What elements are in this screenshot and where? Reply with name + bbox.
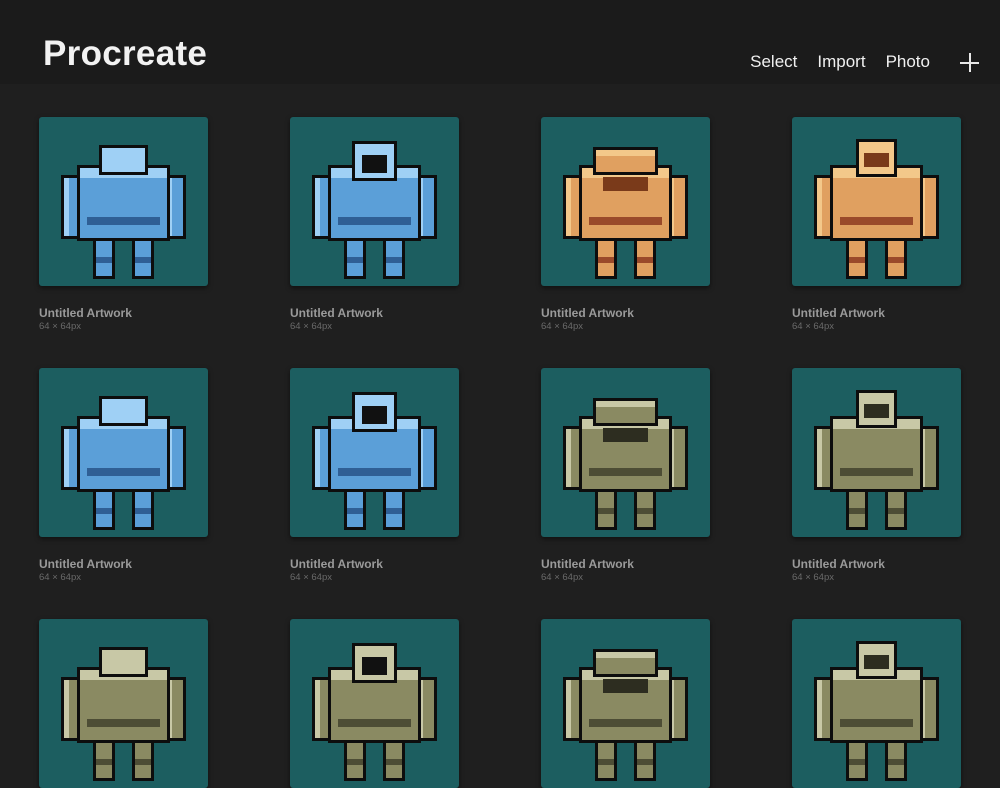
artwork-dimensions: 64 × 64px [792, 572, 834, 583]
artwork-card[interactable]: Untitled Artwork 64 × 64px [792, 117, 961, 332]
artwork-card[interactable] [792, 619, 961, 788]
robot-sprite-icon [563, 147, 688, 279]
app-title: Procreate [43, 34, 208, 73]
artwork-dimensions: 64 × 64px [290, 572, 332, 583]
artwork-dimensions: 64 × 64px [290, 321, 332, 332]
artwork-card[interactable]: Untitled Artwork 64 × 64px [541, 368, 710, 583]
artwork-card[interactable]: Untitled Artwork 64 × 64px [290, 368, 459, 583]
artwork-card[interactable] [541, 619, 710, 788]
artwork-dimensions: 64 × 64px [541, 321, 583, 332]
robot-sprite-icon [61, 647, 186, 781]
artwork-thumbnail[interactable] [792, 619, 961, 788]
artwork-title: Untitled Artwork [290, 306, 383, 320]
artwork-thumbnail[interactable] [792, 117, 961, 286]
artwork-card[interactable]: Untitled Artwork 64 × 64px [39, 117, 208, 332]
artwork-title: Untitled Artwork [792, 306, 885, 320]
artwork-card[interactable]: Untitled Artwork 64 × 64px [39, 368, 208, 583]
artwork-thumbnail[interactable] [541, 619, 710, 788]
robot-sprite-icon [563, 398, 688, 530]
artwork-title: Untitled Artwork [792, 557, 885, 571]
import-button[interactable]: Import [817, 52, 865, 72]
artwork-thumbnail[interactable] [541, 117, 710, 286]
plus-icon[interactable] [960, 53, 980, 73]
top-bar: Procreate Select Import Photo [0, 0, 1000, 84]
artwork-thumbnail[interactable] [290, 117, 459, 286]
artwork-title: Untitled Artwork [290, 557, 383, 571]
header-actions: Select Import Photo [750, 52, 930, 72]
artwork-thumbnail[interactable] [290, 619, 459, 788]
robot-sprite-icon [814, 139, 939, 279]
artwork-thumbnail[interactable] [290, 368, 459, 537]
artwork-card[interactable] [290, 619, 459, 788]
artwork-card[interactable]: Untitled Artwork 64 × 64px [541, 117, 710, 332]
artwork-thumbnail[interactable] [792, 368, 961, 537]
artwork-thumbnail[interactable] [39, 117, 208, 286]
robot-sprite-icon [563, 649, 688, 781]
artwork-title: Untitled Artwork [39, 557, 132, 571]
artwork-card[interactable] [39, 619, 208, 788]
artwork-dimensions: 64 × 64px [792, 321, 834, 332]
robot-sprite-icon [814, 641, 939, 781]
artwork-title: Untitled Artwork [39, 306, 132, 320]
robot-sprite-icon [312, 141, 437, 279]
robot-sprite-icon [312, 643, 437, 781]
artwork-dimensions: 64 × 64px [39, 321, 81, 332]
artwork-card[interactable]: Untitled Artwork 64 × 64px [290, 117, 459, 332]
artwork-dimensions: 64 × 64px [39, 572, 81, 583]
robot-sprite-icon [61, 396, 186, 530]
artwork-dimensions: 64 × 64px [541, 572, 583, 583]
photo-button[interactable]: Photo [886, 52, 930, 72]
artwork-thumbnail[interactable] [39, 619, 208, 788]
robot-sprite-icon [814, 390, 939, 530]
select-button[interactable]: Select [750, 52, 797, 72]
artwork-thumbnail[interactable] [39, 368, 208, 537]
robot-sprite-icon [312, 392, 437, 530]
artwork-title: Untitled Artwork [541, 557, 634, 571]
artwork-title: Untitled Artwork [541, 306, 634, 320]
artwork-gallery[interactable]: Untitled Artwork 64 × 64px Untitled Artwor… [0, 84, 1000, 788]
artwork-thumbnail[interactable] [541, 368, 710, 537]
robot-sprite-icon [61, 145, 186, 279]
artwork-card[interactable]: Untitled Artwork 64 × 64px [792, 368, 961, 583]
